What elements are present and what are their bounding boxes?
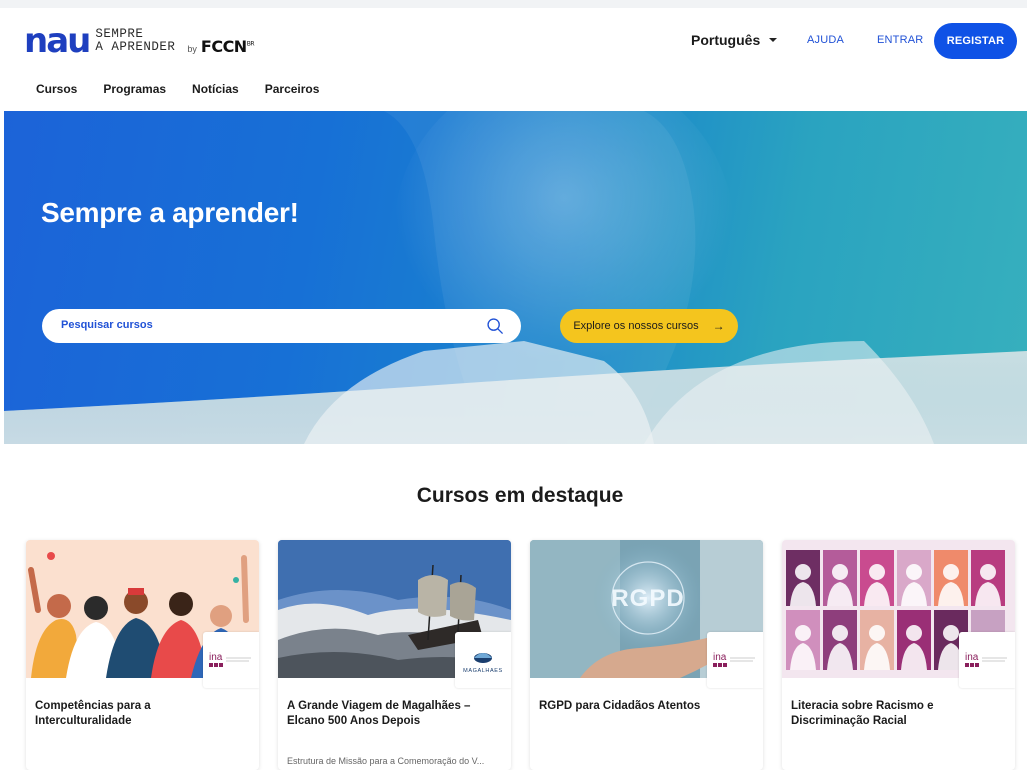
- site-header: nau SEMPRE A APRENDER by FCCNBR Portuguê…: [0, 8, 1027, 110]
- help-link[interactable]: AJUDA: [807, 34, 844, 46]
- course-title: Competências para a Interculturalidade: [35, 700, 151, 727]
- logo-wordmark: nau: [24, 21, 91, 61]
- course-title: Literacia sobre Racismo e Discriminação …: [791, 700, 934, 727]
- hero-background-photo: [4, 111, 1027, 444]
- partner-logo-ina: ina: [959, 632, 1015, 688]
- svg-text:ina: ina: [209, 652, 223, 663]
- fccn-text: FCCN: [200, 37, 247, 56]
- explore-label: Explore os nossos cursos: [573, 320, 699, 332]
- hero-title: Sempre a aprender!: [41, 197, 299, 228]
- search-icon[interactable]: [486, 317, 504, 335]
- partner-logo-ina: ina: [707, 632, 763, 688]
- login-link[interactable]: ENTRAR: [877, 34, 923, 46]
- course-card[interactable]: ina Literacia sobre Racismo e Discrimina…: [782, 540, 1015, 770]
- caret-down-icon: [769, 38, 778, 42]
- course-search-box[interactable]: [42, 309, 521, 343]
- top-strip: [0, 0, 1027, 8]
- course-description: Estrutura de Missão para a Comemoração d…: [287, 756, 485, 766]
- course-card[interactable]: MAGALHAES A Grande Viagem de Magalhães –…: [278, 540, 511, 770]
- svg-text:RGPD: RGPD: [611, 585, 684, 612]
- language-selector[interactable]: Português: [691, 32, 778, 48]
- nav-item-programas[interactable]: Programas: [103, 82, 166, 96]
- nav-item-cursos[interactable]: Cursos: [36, 82, 77, 96]
- svg-text:ina: ina: [965, 652, 979, 663]
- partner-logo-ina: ina: [203, 632, 259, 688]
- hero-banner: Sempre a aprender! Explore os nossos cur…: [4, 111, 1027, 444]
- course-title: RGPD para Cidadãos Atentos: [539, 700, 701, 712]
- nau-logo[interactable]: nau SEMPRE A APRENDER by FCCNBR: [24, 21, 255, 61]
- search-input[interactable]: [59, 318, 463, 332]
- featured-courses-title: Cursos em destaque: [416, 484, 624, 507]
- logo-tagline: SEMPRE A APRENDER: [95, 28, 175, 54]
- svg-text:ina: ina: [713, 652, 727, 663]
- tagline-line1: SEMPRE: [95, 27, 144, 41]
- partner-logo-magalhaes: MAGALHAES: [455, 632, 511, 688]
- arrow-right-icon: →: [712, 319, 725, 333]
- register-button[interactable]: REGISTAR: [934, 23, 1017, 59]
- course-title: A Grande Viagem de Magalhães – Elcano 50…: [287, 700, 471, 727]
- logo-by: by: [187, 44, 197, 54]
- magalhaes-logo-text: MAGALHAES: [463, 668, 503, 674]
- explore-courses-button[interactable]: Explore os nossos cursos →: [560, 309, 738, 343]
- language-label: Português: [691, 32, 761, 48]
- nav-item-noticias[interactable]: Notícias: [192, 82, 239, 96]
- tagline-line2: A APRENDER: [95, 40, 176, 54]
- fccn-mark: BR: [246, 40, 255, 48]
- main-nav: Cursos Programas Notícias Parceiros: [36, 82, 345, 96]
- course-card[interactable]: RGPD ina RGPD para Cidadãos Atentos: [530, 540, 763, 770]
- fccn-logo: FCCNBR: [200, 37, 255, 56]
- course-card[interactable]: ina Competências para a Interculturalida…: [26, 540, 259, 770]
- nav-item-parceiros[interactable]: Parceiros: [265, 82, 320, 96]
